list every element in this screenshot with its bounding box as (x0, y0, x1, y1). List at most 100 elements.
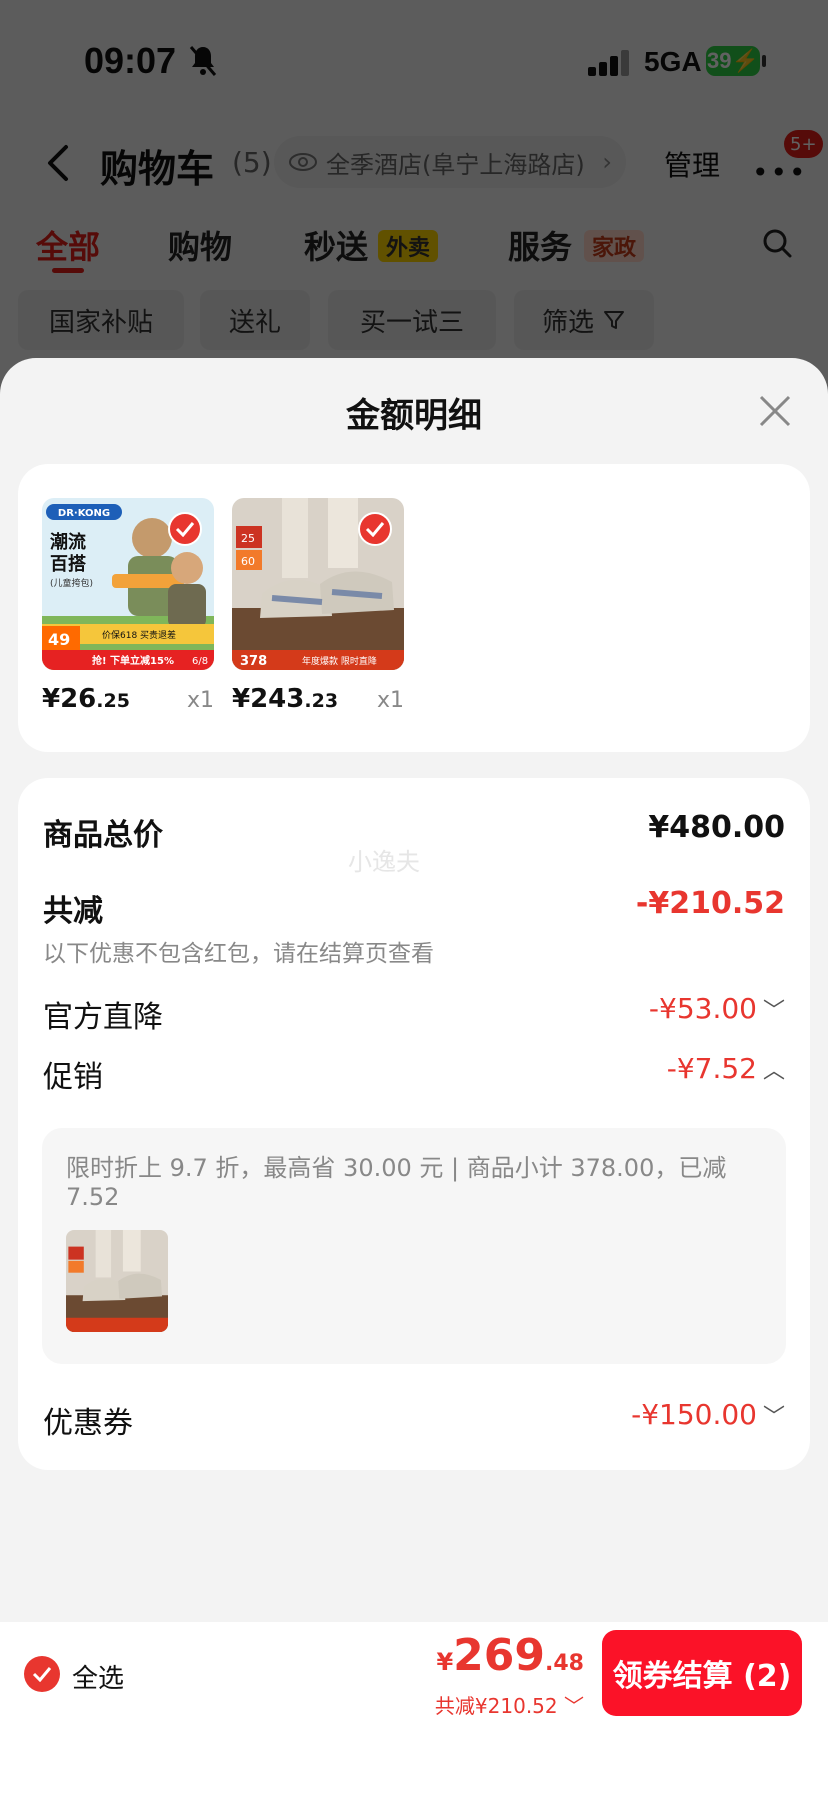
image-banner: 抢! 下单立减15% (92, 654, 174, 667)
tag-jiazheng: 家政 (584, 230, 645, 262)
promo-value-wrap: -¥7.52 ︿ (667, 1052, 785, 1085)
price-main: ¥26 (42, 684, 97, 714)
message-badge: 5+ (784, 130, 823, 158)
promo-product-thumbnail[interactable] (66, 1230, 168, 1332)
filter-label: 筛选 (541, 307, 594, 338)
total-discount-toggle[interactable]: 共减¥210.52 ﹀ (435, 1690, 584, 1719)
total-label: 商品总价 (43, 818, 163, 853)
promo-value: -¥7.52 (666, 1052, 757, 1085)
reduction-note: 以下优惠不包含红包，请在结算页查看 (43, 941, 434, 967)
filter-gift[interactable]: 送礼 (200, 290, 310, 350)
chevron-down-icon: ﹀ (557, 1694, 584, 1718)
search-icon[interactable] (762, 228, 792, 258)
product-quantity: x1 (186, 688, 214, 713)
currency-symbol: ¥ (436, 1648, 454, 1676)
official-value: -¥53.00 (648, 992, 757, 1025)
checkmark-icon (168, 512, 202, 546)
back-icon[interactable] (44, 144, 72, 182)
total-payable: ¥269.48 (436, 1630, 584, 1681)
cart-page-background: 09:07 5GA 39⚡ 购物车 (5) 全季酒店(阜宁上海路店) › 管理 (0, 0, 828, 400)
checkmark-icon (358, 512, 392, 546)
more-icon[interactable]: ••• (752, 156, 808, 189)
chevron-down-icon: ﹀ (762, 999, 785, 1024)
battery-icon: 39 ⚡ (706, 46, 760, 76)
product-image-shoe: 25 60 378 年度爆款 限时直降 (232, 498, 404, 670)
tag-waimai: 外卖 (378, 230, 439, 262)
image-promo: 价保618 买贵退差 (102, 629, 176, 641)
total-value: ¥480.00 (648, 810, 785, 845)
bell-muted-icon (189, 46, 217, 76)
sheet-title: 金额明细 (346, 396, 482, 436)
promo-detail-box: 限时折上 9.7 折，最高省 30.00 元 | 商品小计 378.00，已减 … (42, 1128, 786, 1364)
watermark: 小逸夫 (348, 848, 420, 876)
price-main: ¥243 (232, 684, 305, 714)
total-decimal: .48 (545, 1651, 584, 1676)
filter-label: 买一试三 (359, 307, 464, 338)
product-quantity: x1 (376, 688, 404, 713)
image-sub: (儿童挎包) (50, 577, 93, 589)
filter-national-subsidy[interactable]: 国家补贴 (18, 290, 184, 350)
price-decimal: .23 (304, 690, 339, 712)
amount-detail-sheet: 金额明细 DR·KONG 潮流 百搭 (儿童挎包) 价保618 买贵退差 49 … (0, 358, 828, 1796)
product-price: ¥243.23 (232, 684, 338, 714)
checkout-button[interactable]: 领券结算 (2) (602, 1630, 802, 1716)
sneaker-thumb-image (66, 1230, 168, 1332)
tab-instant[interactable]: 秒送 (304, 222, 368, 268)
image-date: 6/8 (192, 656, 208, 667)
store-name: 全季酒店(阜宁上海路店) (326, 150, 585, 179)
chevron-right-icon: › (602, 148, 612, 176)
signal-icon (588, 50, 632, 76)
filter-button[interactable]: 筛选 (514, 290, 654, 350)
coupon-value: -¥150.00 (631, 1398, 757, 1431)
filter-label: 送礼 (228, 307, 281, 338)
tab-services[interactable]: 服务 (508, 222, 572, 268)
funnel-icon (604, 311, 624, 329)
image-banner: 年度爆款 限时直降 (302, 655, 377, 667)
promo-detail-text: 限时折上 9.7 折，最高省 30.00 元 | 商品小计 378.00，已减 … (66, 1154, 727, 1211)
coupon-label: 优惠券 (43, 1406, 133, 1441)
cart-count: (5) (232, 146, 272, 179)
reduction-value: -¥210.52 (635, 886, 785, 921)
store-selector[interactable]: 全季酒店(阜宁上海路店) › (274, 136, 626, 188)
image-brand: DR·KONG (58, 508, 110, 519)
select-all-checkbox[interactable] (24, 1656, 60, 1692)
tab-shopping[interactable]: 购物 (168, 222, 232, 268)
image-n1: 25 (241, 532, 255, 545)
product-price: ¥26.25 (42, 684, 130, 714)
official-value-wrap: -¥53.00 ﹀ (649, 992, 785, 1025)
battery-level: 39 (707, 48, 732, 73)
tab-underline (52, 268, 84, 273)
home-indicator-area (0, 1724, 828, 1796)
image-line1: 潮流 (50, 531, 86, 553)
battery-cap (762, 55, 766, 67)
chevron-down-icon: ﹀ (762, 1405, 785, 1430)
chevron-up-icon: ︿ (762, 1059, 785, 1084)
reduction-label: 共减 (43, 894, 103, 929)
image-n2: 60 (241, 555, 255, 568)
filter-buy-one-try-three[interactable]: 买一试三 (328, 290, 496, 350)
manage-button[interactable]: 管理 (664, 144, 720, 184)
image-line2: 百搭 (50, 553, 86, 575)
price-decimal: .25 (96, 690, 130, 712)
select-all-label[interactable]: 全选 (72, 1658, 124, 1695)
total-discount: 共减¥210.52 (434, 1694, 558, 1718)
nav-bar: 购物车 (5) 全季酒店(阜宁上海路店) › 管理 ••• 5+ (0, 120, 828, 204)
page-title: 购物车 (100, 147, 215, 191)
image-price: 378 (240, 654, 267, 669)
status-bar: 09:07 5GA 39 ⚡ (0, 0, 828, 120)
network-label: 5GA (644, 46, 702, 77)
close-icon[interactable] (758, 394, 792, 428)
selected-products-card: DR·KONG 潮流 百搭 (儿童挎包) 价保618 买贵退差 49 抢! 下单… (18, 464, 810, 752)
filter-row: 国家补贴 送礼 买一试三 筛选 (0, 290, 828, 354)
official-label: 官方直降 (43, 1000, 163, 1035)
image-price: 49 (48, 630, 70, 649)
category-tabs: 全部 购物 秒送 外卖 服务 家政 (0, 210, 828, 280)
checkmark-icon (32, 1667, 52, 1682)
eye-icon (289, 153, 317, 171)
checkout-bar: 全选 ¥269.48 共减¥210.52 ﹀ 领券结算 (2) (0, 1622, 828, 1724)
promo-label: 促销 (43, 1060, 103, 1095)
product-image-bag: DR·KONG 潮流 百搭 (儿童挎包) 价保618 买贵退差 49 抢! 下单… (42, 498, 214, 670)
tab-all[interactable]: 全部 (36, 222, 100, 268)
coupon-value-wrap: -¥150.00 ﹀ (631, 1398, 785, 1431)
status-time: 09:07 (84, 40, 177, 81)
